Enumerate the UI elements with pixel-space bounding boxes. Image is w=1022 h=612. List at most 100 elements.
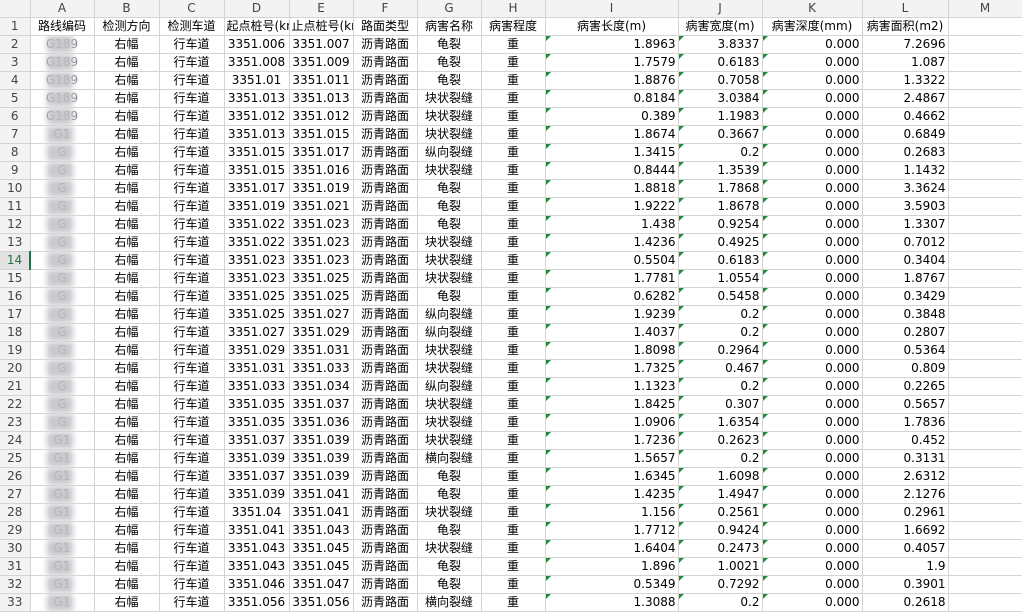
cell-m[interactable] (948, 251, 1022, 270)
cell-l[interactable]: 7.2696 (862, 35, 949, 54)
cell-h[interactable]: 重 (481, 269, 546, 288)
cell-j[interactable]: 0.2 (678, 449, 763, 468)
cell-c[interactable]: 行车道 (159, 89, 225, 108)
cell-g[interactable]: 纵向裂缝 (417, 377, 482, 396)
cell-l[interactable]: 0.2683 (862, 143, 949, 162)
cell-h[interactable]: 重 (481, 323, 546, 342)
cell-i[interactable]: 1.438 (545, 215, 679, 234)
cell-e[interactable]: 3351.056 (289, 593, 354, 612)
cell-i[interactable]: 1.7712 (545, 521, 679, 540)
cell-a[interactable]: G (30, 413, 95, 432)
cell-i[interactable]: 0.6282 (545, 287, 679, 306)
row-number[interactable]: 31 (0, 557, 31, 576)
row-number[interactable]: 30 (0, 539, 31, 558)
cell-j[interactable]: 0.2 (678, 323, 763, 342)
cell-h[interactable]: 重 (481, 467, 546, 486)
header-cell-k[interactable]: 病害深度(mm) (762, 17, 863, 36)
cell-c[interactable]: 行车道 (159, 179, 225, 198)
row-number[interactable]: 32 (0, 575, 31, 594)
cell-b[interactable]: 右幅 (94, 377, 160, 396)
cell-f[interactable]: 沥青路面 (353, 503, 418, 522)
cell-b[interactable]: 右幅 (94, 449, 160, 468)
cell-e[interactable]: 3351.037 (289, 395, 354, 414)
cell-e[interactable]: 3351.016 (289, 161, 354, 180)
cell-d[interactable]: 3351.046 (224, 575, 290, 594)
cell-m[interactable] (948, 71, 1022, 90)
cell-k[interactable]: 0.000 (762, 89, 863, 108)
cell-c[interactable]: 行车道 (159, 575, 225, 594)
header-cell-d[interactable]: 起点桩号(km (224, 17, 290, 36)
cell-b[interactable]: 右幅 (94, 593, 160, 612)
cell-c[interactable]: 行车道 (159, 35, 225, 54)
cell-e[interactable]: 3351.036 (289, 413, 354, 432)
cell-k[interactable]: 0.000 (762, 539, 863, 558)
cell-j[interactable]: 0.2 (678, 377, 763, 396)
header-cell-h[interactable]: 病害程度 (481, 17, 546, 36)
cell-h[interactable]: 重 (481, 251, 546, 270)
cell-h[interactable]: 重 (481, 89, 546, 108)
cell-l[interactable]: 3.3624 (862, 179, 949, 198)
cell-m[interactable] (948, 575, 1022, 594)
cell-k[interactable]: 0.000 (762, 377, 863, 396)
cell-k[interactable]: 0.000 (762, 215, 863, 234)
cell-l[interactable]: 3.5903 (862, 197, 949, 216)
row-number[interactable]: 2 (0, 35, 31, 54)
cell-h[interactable]: 重 (481, 521, 546, 540)
cell-d[interactable]: 3351.013 (224, 125, 290, 144)
cell-e[interactable]: 3351.045 (289, 557, 354, 576)
cell-k[interactable]: 0.000 (762, 53, 863, 72)
column-header-g[interactable]: G (417, 0, 482, 18)
cell-k[interactable]: 0.000 (762, 125, 863, 144)
cell-d[interactable]: 3351.027 (224, 323, 290, 342)
cell-i[interactable]: 1.4037 (545, 323, 679, 342)
cell-e[interactable]: 3351.012 (289, 107, 354, 126)
cell-l[interactable]: 2.1276 (862, 485, 949, 504)
row-number[interactable]: 12 (0, 215, 31, 234)
row-number[interactable]: 33 (0, 593, 31, 612)
cell-j[interactable]: 1.0554 (678, 269, 763, 288)
cell-m[interactable] (948, 341, 1022, 360)
spreadsheet-grid[interactable]: ABCDEFGHIJKLM 1 路线编码检测方向检测车道起点桩号(km止点桩号(… (0, 0, 1022, 612)
cell-h[interactable]: 重 (481, 431, 546, 450)
cell-h[interactable]: 重 (481, 287, 546, 306)
cell-d[interactable]: 3351.033 (224, 377, 290, 396)
cell-f[interactable]: 沥青路面 (353, 449, 418, 468)
cell-c[interactable]: 行车道 (159, 395, 225, 414)
header-cell-j[interactable]: 病害宽度(m) (678, 17, 763, 36)
cell-a[interactable]: G (30, 233, 95, 252)
cell-f[interactable]: 沥青路面 (353, 377, 418, 396)
cell-e[interactable]: 3351.021 (289, 197, 354, 216)
cell-g[interactable]: 龟裂 (417, 71, 482, 90)
cell-a[interactable]: G (30, 377, 95, 396)
cell-a[interactable]: G1 (30, 557, 95, 576)
cell-f[interactable]: 沥青路面 (353, 233, 418, 252)
cell-e[interactable]: 3351.015 (289, 125, 354, 144)
cell-l[interactable]: 2.6312 (862, 467, 949, 486)
cell-b[interactable]: 右幅 (94, 323, 160, 342)
cell-f[interactable]: 沥青路面 (353, 251, 418, 270)
cell-a[interactable]: G1 (30, 125, 95, 144)
cell-j[interactable]: 0.6183 (678, 251, 763, 270)
cell-f[interactable]: 沥青路面 (353, 521, 418, 540)
cell-l[interactable]: 1.6692 (862, 521, 949, 540)
column-header-d[interactable]: D (224, 0, 290, 18)
cell-e[interactable]: 3351.017 (289, 143, 354, 162)
cell-k[interactable]: 0.000 (762, 395, 863, 414)
cell-l[interactable]: 0.3901 (862, 575, 949, 594)
cell-d[interactable]: 3351.012 (224, 107, 290, 126)
cell-l[interactable]: 1.3307 (862, 215, 949, 234)
cell-l[interactable]: 1.087 (862, 53, 949, 72)
cell-k[interactable]: 0.000 (762, 503, 863, 522)
cell-e[interactable]: 3351.025 (289, 269, 354, 288)
cell-f[interactable]: 沥青路面 (353, 593, 418, 612)
cell-l[interactable]: 0.452 (862, 431, 949, 450)
cell-e[interactable]: 3351.023 (289, 215, 354, 234)
cell-d[interactable]: 3351.015 (224, 143, 290, 162)
cell-a[interactable]: G1 (30, 485, 95, 504)
column-header-m[interactable]: M (948, 0, 1022, 18)
cell-g[interactable]: 龟裂 (417, 35, 482, 54)
cell-m[interactable] (948, 395, 1022, 414)
cell-b[interactable]: 右幅 (94, 503, 160, 522)
cell-b[interactable]: 右幅 (94, 107, 160, 126)
cell-k[interactable]: 0.000 (762, 521, 863, 540)
